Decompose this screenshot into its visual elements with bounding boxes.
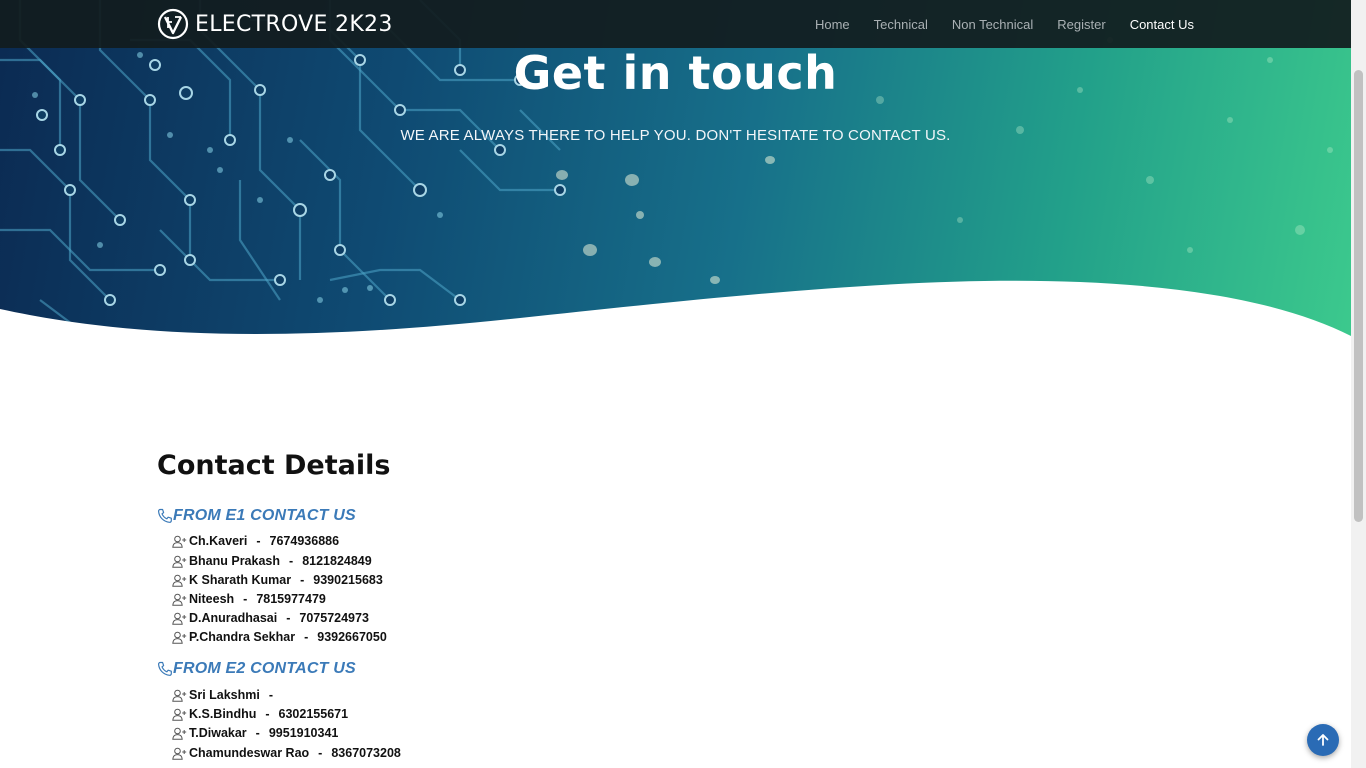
page: Get in touch WE ARE ALWAYS THERE TO HELP… <box>0 0 1351 768</box>
person-add-icon <box>172 689 187 702</box>
arrow-up-icon <box>1317 734 1329 746</box>
contact-phone: 7815977479 <box>256 592 326 606</box>
e2-contact-heading: FROM E2 CONTACT US <box>157 660 356 678</box>
contact-name: Bhanu Prakash <box>189 554 281 568</box>
contact-phone: 6302155671 <box>278 707 349 721</box>
brand-link[interactable]: ELECTROVE 2K23 <box>157 8 393 40</box>
ev-logo-icon <box>157 8 189 40</box>
top-navbar: ELECTROVE 2K23 Home Technical Non Techni… <box>0 0 1351 48</box>
contact-details-title: Contact Details <box>157 450 391 481</box>
e1-contact-heading: FROM E1 CONTACT US <box>157 507 356 525</box>
person-add-icon <box>172 535 187 548</box>
person-add-icon <box>172 631 187 644</box>
nav-register[interactable]: Register <box>1057 17 1105 32</box>
list-item: Sri Lakshmi - <box>172 688 282 702</box>
separator: - <box>265 707 270 721</box>
page-scrollbar[interactable] <box>1351 0 1366 768</box>
contact-name: K.S.Bindhu <box>189 707 257 721</box>
separator: - <box>304 630 309 644</box>
person-add-icon <box>172 612 187 625</box>
phone-icon <box>157 508 172 523</box>
contact-name: Chamundeswar Rao <box>189 746 310 760</box>
nav-contact-us[interactable]: Contact Us <box>1130 17 1194 32</box>
contact-phone: 9951910341 <box>268 726 339 740</box>
separator: - <box>268 688 274 702</box>
contact-phone: 8367073208 <box>331 746 401 760</box>
separator: - <box>286 611 291 625</box>
person-add-icon <box>172 555 187 568</box>
scrollbar-thumb[interactable] <box>1354 70 1363 522</box>
contact-name: Ch.Kaveri <box>189 534 248 548</box>
separator: - <box>255 726 260 740</box>
contact-phone: 9390215683 <box>313 573 383 587</box>
list-item: Chamundeswar Rao - 8367073208 <box>172 746 401 760</box>
person-add-icon <box>172 574 187 587</box>
e2-heading-label: FROM E2 CONTACT US <box>173 660 356 677</box>
e1-heading-label: FROM E1 CONTACT US <box>173 507 356 524</box>
nav-non-technical[interactable]: Non Technical <box>952 17 1033 32</box>
list-item: K.S.Bindhu - 6302155671 <box>172 707 348 721</box>
contact-phone: 8121824849 <box>302 554 372 568</box>
separator: - <box>318 746 323 760</box>
nav-technical[interactable]: Technical <box>874 17 928 32</box>
contact-phone: 9392667050 <box>317 630 387 644</box>
contact-name: K Sharath Kumar <box>189 573 292 587</box>
person-add-icon <box>172 727 187 740</box>
separator: - <box>243 592 248 606</box>
brand-name: ELECTROVE 2K23 <box>195 11 393 37</box>
hero-banner: Get in touch WE ARE ALWAYS THERE TO HELP… <box>0 0 1351 340</box>
contact-phone: 7674936886 <box>269 534 340 548</box>
list-item: Niteesh - 7815977479 <box>172 592 326 606</box>
back-to-top-button[interactable] <box>1307 724 1339 756</box>
contact-name: P.Chandra Sekhar <box>189 630 296 644</box>
list-item: P.Chandra Sekhar - 9392667050 <box>172 630 387 644</box>
list-item: T.Diwakar - 9951910341 <box>172 726 338 740</box>
list-item: Ch.Kaveri - 7674936886 <box>172 534 339 548</box>
contact-phone: 7075724973 <box>299 611 369 625</box>
list-item: D.Anuradhasai - 7075724973 <box>172 611 369 625</box>
nav-home[interactable]: Home <box>815 17 850 32</box>
list-item: K Sharath Kumar - 9390215683 <box>172 573 383 587</box>
hero-wave-divider <box>0 280 1351 340</box>
phone-icon <box>157 661 172 676</box>
person-add-icon <box>172 593 187 606</box>
separator: - <box>256 534 261 548</box>
contact-name: Niteesh <box>189 592 235 606</box>
contact-name: Sri Lakshmi <box>189 688 260 702</box>
person-add-icon <box>172 708 187 721</box>
list-item: Bhanu Prakash - 8121824849 <box>172 554 372 568</box>
person-add-icon <box>172 747 187 760</box>
contact-name: D.Anuradhasai <box>189 611 278 625</box>
separator: - <box>289 554 294 568</box>
contact-name: T.Diwakar <box>189 726 247 740</box>
separator: - <box>300 573 305 587</box>
main-nav: Home Technical Non Technical Register Co… <box>791 0 1194 48</box>
